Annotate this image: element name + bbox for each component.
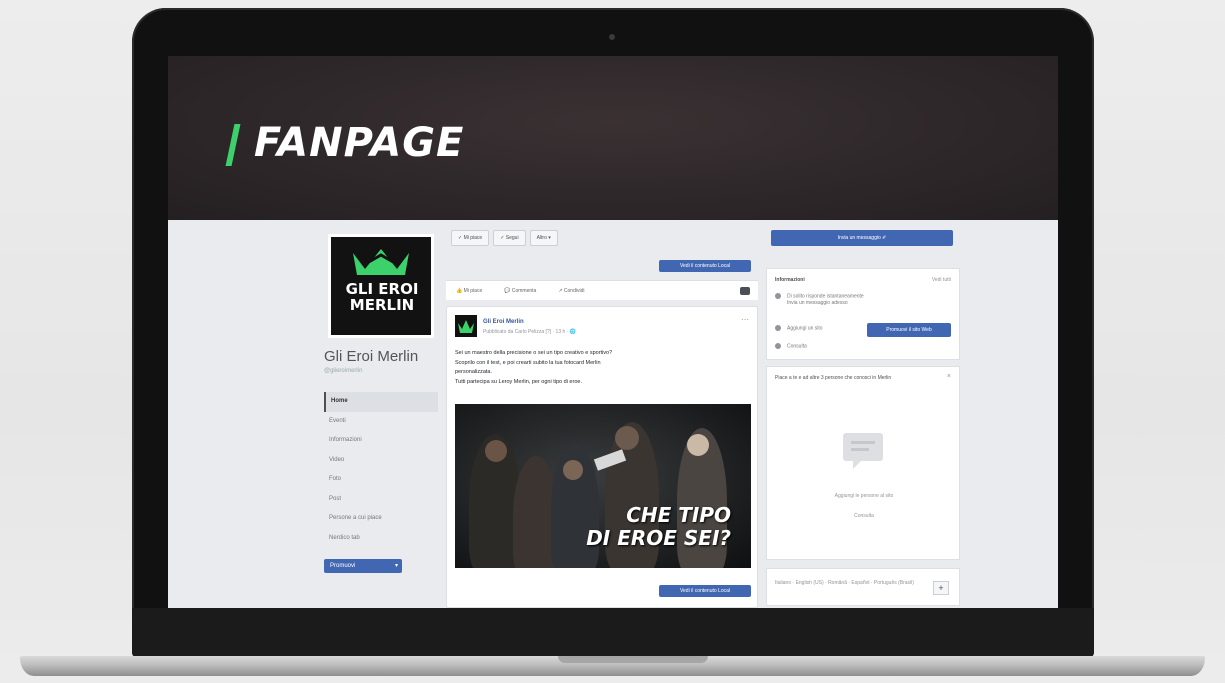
camera-dot — [609, 34, 615, 40]
like-page-button[interactable]: ✓ Mi piace — [451, 230, 490, 246]
post-image-caption: CHE TIPO DI EROE SEI? — [586, 504, 731, 550]
close-icon[interactable]: × — [947, 373, 951, 380]
page-name[interactable]: Gli Eroi Merlin — [324, 348, 418, 365]
laptop-notch — [558, 656, 708, 663]
page-handle[interactable]: @glieroimerlin — [324, 368, 362, 374]
laptop-bottom-bezel — [132, 608, 1094, 658]
banner-title: FANPAGE — [254, 120, 465, 166]
caption-line-2: DI EROE SEI? — [586, 526, 731, 550]
face-shape — [687, 434, 709, 456]
people-link[interactable]: Consulta — [767, 513, 961, 519]
promote-website-button[interactable]: Promuovi il sito Web — [867, 323, 951, 337]
send-message-button[interactable]: Invia un messaggio ✐ — [771, 230, 953, 246]
nav-item-extra[interactable]: Nerdico tab — [324, 529, 438, 549]
nav-item-posts[interactable]: Post — [324, 490, 438, 510]
reaction-bar: 👍 Mi piace 💬 Commenta ↗ Condividi — [446, 280, 758, 300]
post-meta: Pubblicato da Carlo Pelizza [?] · 13 h ·… — [483, 329, 576, 335]
chevron-down-icon: ▾ — [394, 563, 398, 569]
post-options-icon[interactable]: ⋯ — [741, 315, 749, 324]
sponsor-button-bottom[interactable]: Vedi il contenuto Local — [659, 585, 751, 597]
info-consult-text: Consulta — [787, 343, 807, 350]
post-image[interactable]: CHE TIPO DI EROE SEI? — [455, 404, 751, 568]
post-text-line: Sei un maestro della precisione o sei un… — [455, 350, 613, 356]
people-title: Piace a te e ad altre 3 persone che cono… — [775, 375, 892, 381]
feed-post: Gli Eroi Merlin Pubblicato da Carlo Peli… — [446, 306, 758, 608]
face-shape — [485, 440, 507, 462]
people-card: Piace a te e ad altre 3 persone che cono… — [766, 366, 960, 560]
nav-item-likes[interactable]: Persone a cui piace — [324, 509, 438, 529]
info-icon — [775, 343, 781, 349]
face-shape — [563, 460, 583, 480]
crown-logo-icon — [353, 249, 409, 275]
laptop-base — [20, 656, 1205, 676]
comment-action[interactable]: 💬 Commenta — [504, 288, 536, 294]
info-title: Informazioni — [775, 277, 805, 283]
info-response-subtext: Invia un messaggio adesso — [787, 300, 848, 307]
post-avatar[interactable] — [455, 315, 477, 337]
sponsor-button[interactable]: Vedi il contenuto Local — [659, 260, 751, 272]
info-website-text: Aggiungi un sito — [787, 325, 823, 332]
cover-banner: FANPAGE — [168, 56, 1058, 220]
nav-item-info[interactable]: Informazioni — [324, 431, 438, 451]
language-card: Italiano · English (US) · Română · Españ… — [766, 568, 960, 606]
info-row-consult[interactable]: Consulta — [775, 343, 807, 350]
page-nav: Home Eventi Informazioni Video Foto Post… — [324, 392, 438, 548]
globe-icon — [775, 325, 781, 331]
info-card: Informazioni Vedi tutti Di solito rispon… — [766, 268, 960, 360]
nav-item-video[interactable]: Video — [324, 451, 438, 471]
logo-line-2: MERLIN — [349, 296, 415, 314]
post-text: Sei un maestro della precisione o sei un… — [455, 349, 751, 387]
nav-item-photos[interactable]: Foto — [324, 470, 438, 490]
info-response-text: Di solito risponde istantaneamente — [787, 293, 864, 300]
share-action[interactable]: ↗ Condividi — [558, 288, 584, 294]
info-row-response: Di solito risponde istantaneamente Invia… — [775, 293, 864, 307]
audience-selector-icon[interactable] — [740, 287, 750, 295]
nav-item-events[interactable]: Eventi — [324, 412, 438, 432]
promote-button[interactable]: Promuovi ▾ — [324, 559, 402, 573]
caption-line-1: CHE TIPO — [626, 503, 731, 527]
post-text-line: Scoprilo con il test, e poi crearti subi… — [455, 359, 601, 366]
language-list[interactable]: Italiano · English (US) · Română · Españ… — [775, 579, 925, 587]
info-see-all[interactable]: Vedi tutti — [932, 277, 951, 283]
chat-bubble-icon — [843, 433, 883, 469]
follow-button[interactable]: ✓ Segui — [493, 230, 526, 246]
laptop-screen: FANPAGE GLI EROI MERLIN Gli Eroi Merlin … — [168, 56, 1058, 608]
post-text-line: personalizzata. — [455, 369, 492, 375]
promote-label: Promuovi — [330, 563, 356, 569]
page-profile-picture[interactable]: GLI EROI MERLIN — [328, 234, 434, 338]
like-action[interactable]: 👍 Mi piace — [456, 288, 482, 294]
post-text-line: Tutti partecipa su Leroy Merlin, per ogn… — [455, 378, 582, 385]
crown-logo-icon — [458, 320, 474, 333]
face-shape — [615, 426, 639, 450]
people-text: Aggiungi le persone al sito — [834, 493, 894, 499]
page-actions: ✓ Mi piace ✓ Segui Altro ▾ — [451, 230, 558, 246]
page-logo-text: GLI EROI MERLIN — [335, 281, 429, 313]
post-author[interactable]: Gli Eroi Merlin — [483, 319, 524, 325]
add-language-button[interactable]: + — [933, 581, 949, 595]
nav-item-home[interactable]: Home — [324, 392, 438, 412]
banner-accent-bar — [225, 124, 241, 166]
info-row-website[interactable]: Aggiungi un sito — [775, 325, 823, 332]
clock-icon — [775, 293, 781, 299]
logo-line-1: GLI EROI — [345, 280, 419, 298]
more-button[interactable]: Altro ▾ — [529, 230, 558, 246]
